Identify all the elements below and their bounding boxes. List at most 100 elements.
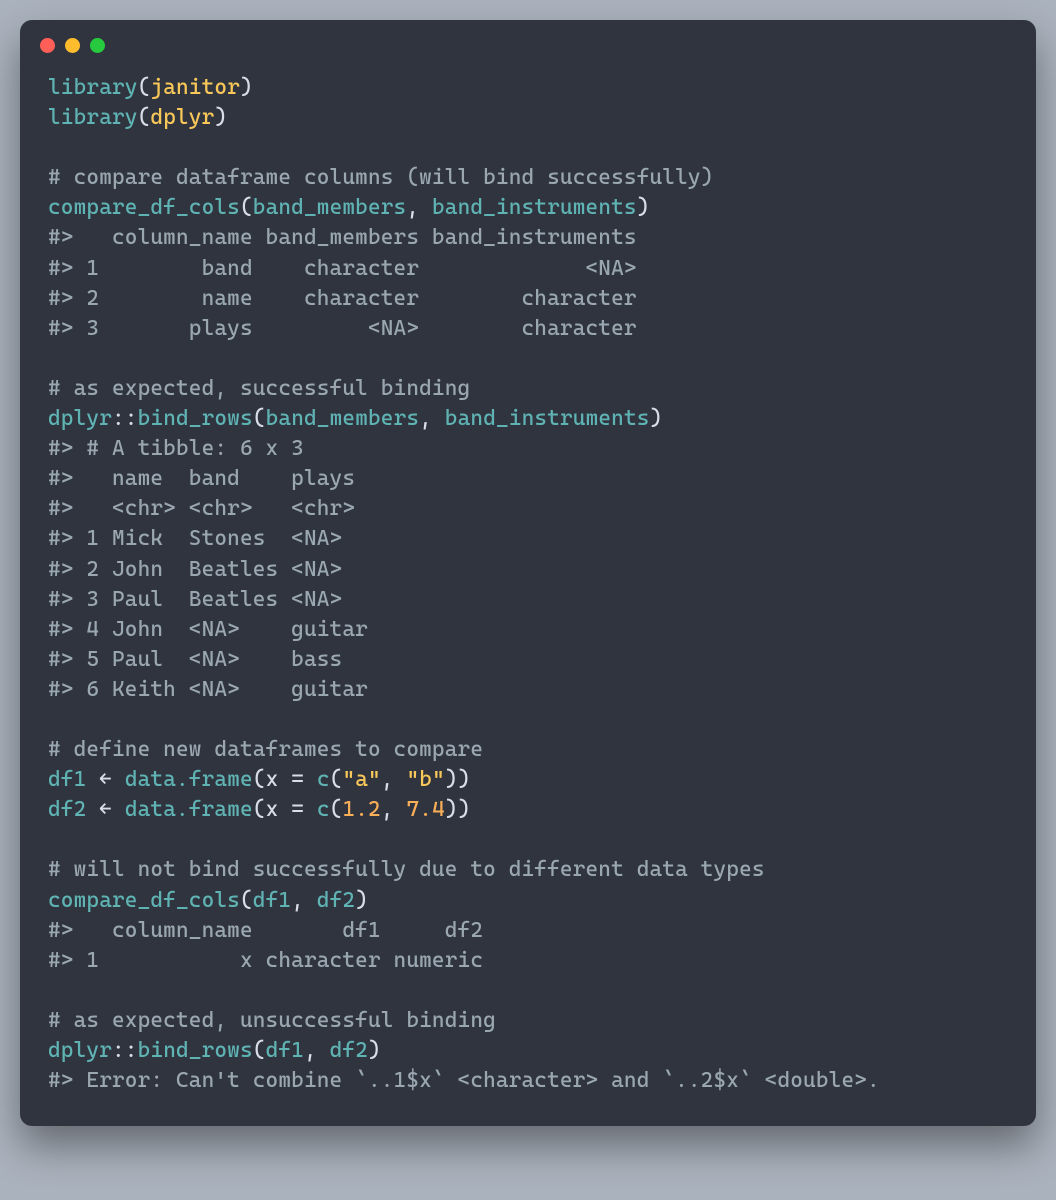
code-token: df1 xyxy=(266,1038,304,1063)
code-token: # define new dataframes to compare xyxy=(48,737,483,762)
code-token: c xyxy=(317,797,330,822)
code-line: # will not bind successfully due to diff… xyxy=(48,855,1008,885)
code-token: ( xyxy=(138,105,151,130)
code-token: ) xyxy=(368,1038,381,1063)
code-token: data.frame xyxy=(125,767,253,792)
code-line: #> 4 John <NA> guitar xyxy=(48,615,1008,645)
code-token: = xyxy=(291,797,317,822)
window-titlebar xyxy=(20,20,1036,63)
code-token: ( xyxy=(138,75,151,100)
code-token: , xyxy=(291,888,317,913)
code-line xyxy=(48,825,1008,855)
code-token: #> 2 John Beatles <NA> xyxy=(48,557,368,582)
code-line: #> Error: Can't combine `..1$x` <charact… xyxy=(48,1066,1008,1096)
zoom-icon[interactable] xyxy=(90,38,105,53)
code-line: # compare dataframe columns (will bind s… xyxy=(48,163,1008,193)
code-token: #> column_name band_members band_instrum… xyxy=(48,225,637,250)
code-token: #> 1 x character numeric xyxy=(48,948,483,973)
code-token: library xyxy=(48,75,138,100)
code-token: , xyxy=(381,797,407,822)
code-token: #> column_name df1 df2 xyxy=(48,918,483,943)
code-line xyxy=(48,344,1008,374)
code-token: #> 5 Paul <NA> bass xyxy=(48,647,368,672)
code-line: #> 1 x character numeric xyxy=(48,946,1008,976)
code-token: df1 xyxy=(253,888,291,913)
code-token: ← xyxy=(86,767,124,792)
minimize-icon[interactable] xyxy=(65,38,80,53)
code-line: df1 ← data.frame(x = c("a", "b")) xyxy=(48,765,1008,795)
code-token: ) xyxy=(650,406,663,431)
close-icon[interactable] xyxy=(40,38,55,53)
code-token: ( xyxy=(240,195,253,220)
code-line: compare_df_cols(df1, df2) xyxy=(48,886,1008,916)
code-token: #> 3 Paul Beatles <NA> xyxy=(48,587,368,612)
code-token: dplyr xyxy=(150,105,214,130)
code-token: bind_rows xyxy=(138,406,253,431)
code-token: dplyr xyxy=(48,406,112,431)
code-token: band_members xyxy=(253,195,407,220)
code-token: , xyxy=(406,195,432,220)
code-token: ) xyxy=(214,105,227,130)
code-token: data.frame xyxy=(125,797,253,822)
code-token: dplyr xyxy=(48,1038,112,1063)
code-token: ( xyxy=(253,1038,266,1063)
code-token: ( xyxy=(240,888,253,913)
code-line: #> column_name band_members band_instrum… xyxy=(48,223,1008,253)
code-token: ( xyxy=(253,797,266,822)
code-token: c xyxy=(317,767,330,792)
code-token: df2 xyxy=(48,797,86,822)
code-line: #> <chr> <chr> <chr> xyxy=(48,494,1008,524)
code-token: = xyxy=(291,767,317,792)
code-line: #> 2 name character character xyxy=(48,284,1008,314)
code-block: library(janitor)library(dplyr) # compare… xyxy=(20,63,1036,1096)
code-token: )) xyxy=(445,797,471,822)
code-token: band_members xyxy=(266,406,420,431)
code-token: ) xyxy=(637,195,650,220)
code-line: #> 1 Mick Stones <NA> xyxy=(48,524,1008,554)
code-line xyxy=(48,976,1008,1006)
code-token: band_instruments xyxy=(432,195,637,220)
code-token: compare_df_cols xyxy=(48,195,240,220)
code-token: #> 4 John <NA> guitar xyxy=(48,617,368,642)
code-line: #> 3 plays <NA> character xyxy=(48,314,1008,344)
code-token: #> 2 name character character xyxy=(48,286,637,311)
code-token: 1.2 xyxy=(342,797,380,822)
code-token: #> <chr> <chr> <chr> xyxy=(48,496,368,521)
code-token: ( xyxy=(330,797,343,822)
code-line: #> 5 Paul <NA> bass xyxy=(48,645,1008,675)
code-token: ( xyxy=(253,406,266,431)
code-line: #> # A tibble: 6 x 3 xyxy=(48,434,1008,464)
code-token: #> name band plays xyxy=(48,466,368,491)
code-token: , xyxy=(381,767,407,792)
code-token: )) xyxy=(445,767,471,792)
code-token: ( xyxy=(253,767,266,792)
code-token: compare_df_cols xyxy=(48,888,240,913)
code-token: :: xyxy=(112,406,138,431)
code-token: df2 xyxy=(317,888,355,913)
code-token: x xyxy=(266,767,292,792)
code-token: :: xyxy=(112,1038,138,1063)
code-line xyxy=(48,133,1008,163)
code-line: dplyr::bind_rows(band_members, band_inst… xyxy=(48,404,1008,434)
terminal-window: library(janitor)library(dplyr) # compare… xyxy=(20,20,1036,1126)
code-line: #> column_name df1 df2 xyxy=(48,916,1008,946)
code-token: #> # A tibble: 6 x 3 xyxy=(48,436,304,461)
code-line: # as expected, unsuccessful binding xyxy=(48,1006,1008,1036)
code-token: , xyxy=(304,1038,330,1063)
code-token: # as expected, unsuccessful binding xyxy=(48,1008,496,1033)
code-line: dplyr::bind_rows(df1, df2) xyxy=(48,1036,1008,1066)
code-line: #> 6 Keith <NA> guitar xyxy=(48,675,1008,705)
code-line: #> 2 John Beatles <NA> xyxy=(48,555,1008,585)
code-token: janitor xyxy=(150,75,240,100)
code-token: df2 xyxy=(330,1038,368,1063)
code-token: ) xyxy=(240,75,253,100)
code-token: #> 6 Keith <NA> guitar xyxy=(48,677,368,702)
code-token: x xyxy=(266,797,292,822)
code-token: ← xyxy=(86,797,124,822)
code-token: #> 1 Mick Stones <NA> xyxy=(48,526,368,551)
code-token: ( xyxy=(330,767,343,792)
code-token: library xyxy=(48,105,138,130)
code-token: , xyxy=(419,406,445,431)
code-token: band_instruments xyxy=(445,406,650,431)
code-line: compare_df_cols(band_members, band_instr… xyxy=(48,193,1008,223)
